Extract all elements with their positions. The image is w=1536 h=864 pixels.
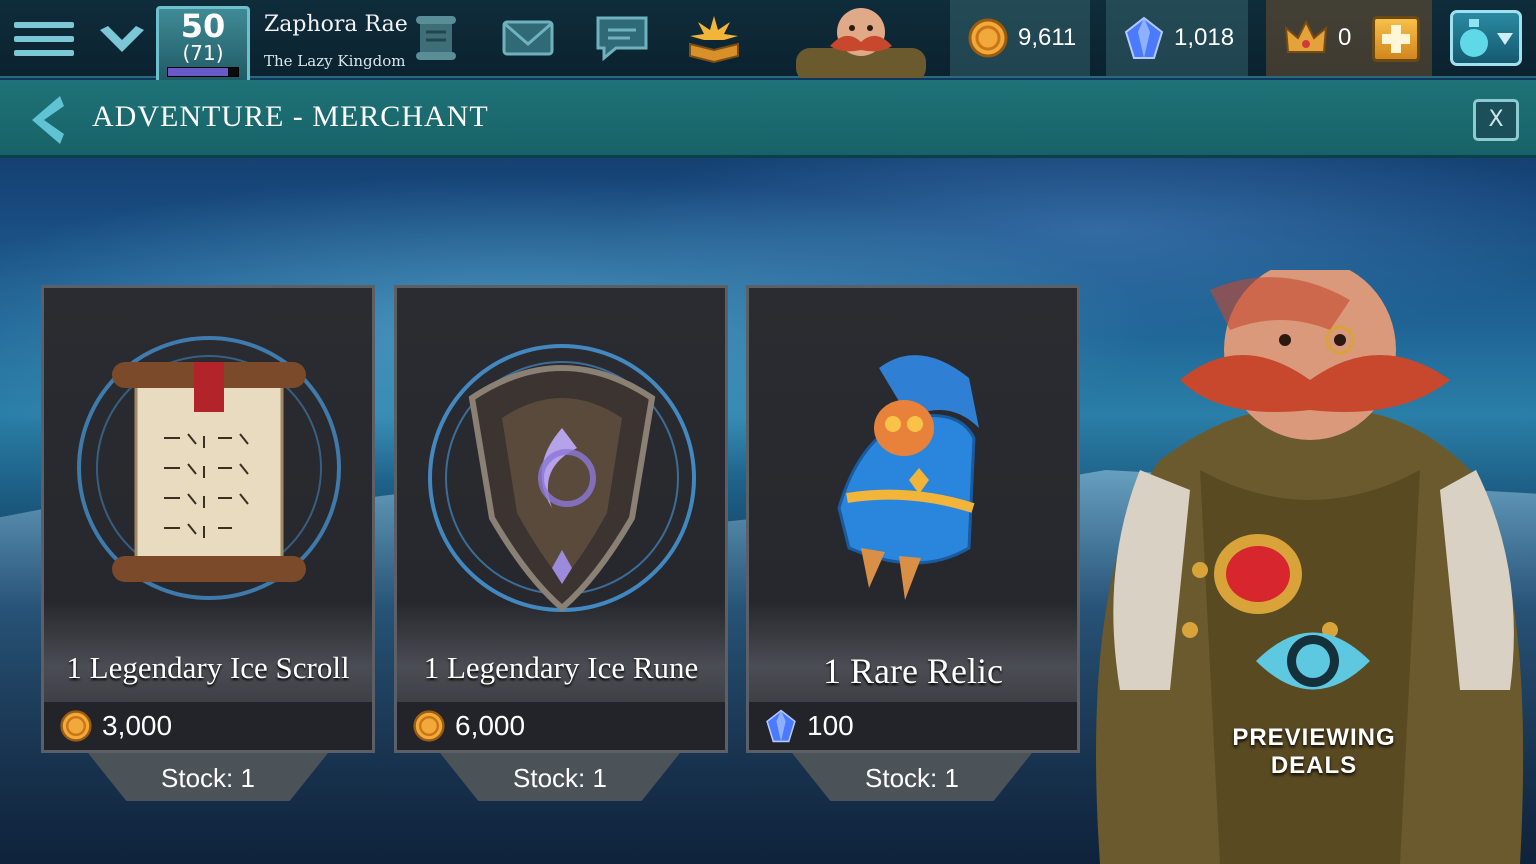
offer-price: 3,000 bbox=[102, 710, 173, 741]
gold-coin-icon bbox=[413, 710, 445, 742]
offer-name: 1 Legendary Ice Rune bbox=[423, 650, 699, 685]
ice-scroll-art bbox=[77, 336, 341, 600]
title-bar: ADVENTURE - MERCHANT X bbox=[0, 80, 1536, 158]
chevron-down-icon[interactable] bbox=[96, 22, 148, 58]
chat-icon[interactable] bbox=[594, 12, 650, 64]
offer-price-row: 100 bbox=[749, 702, 1077, 750]
plus-icon bbox=[1382, 25, 1410, 53]
gold-coin-icon bbox=[60, 710, 92, 742]
top-bar: 50 (71) Zaphora Rae The Lazy Kingdom 9,6… bbox=[0, 0, 1536, 86]
gem-icon bbox=[766, 709, 796, 743]
xp-bar-fill bbox=[168, 68, 228, 76]
back-arrow-icon[interactable] bbox=[24, 94, 70, 146]
rare-relic-art bbox=[837, 355, 979, 600]
player-level-sub: (71) bbox=[182, 41, 224, 65]
offer-price: 6,000 bbox=[455, 710, 526, 741]
buy-crowns-button[interactable] bbox=[1372, 16, 1420, 62]
gem-icon bbox=[1124, 16, 1164, 59]
page-title: ADVENTURE - MERCHANT bbox=[92, 100, 489, 133]
guild-book-icon[interactable] bbox=[686, 12, 742, 64]
gold-amount: 9,611 bbox=[1018, 24, 1077, 51]
gem-resource[interactable]: 1,018 bbox=[1106, 0, 1248, 76]
mail-icon[interactable] bbox=[500, 12, 556, 64]
offer-price-row: 6,000 bbox=[397, 702, 725, 750]
merchant-portrait[interactable] bbox=[790, 2, 932, 78]
gem-amount: 1,018 bbox=[1174, 24, 1235, 51]
player-level: 50 bbox=[180, 7, 226, 45]
close-button[interactable]: X bbox=[1473, 99, 1519, 141]
xp-bar bbox=[167, 67, 239, 77]
player-kingdom[interactable]: The Lazy Kingdom bbox=[264, 52, 405, 70]
offer-card-ice-rune[interactable]: 1 Legendary Ice Rune 6,000 bbox=[394, 285, 728, 753]
crown-amount: 0 bbox=[1338, 24, 1352, 51]
offer-stock: Stock: 1 bbox=[792, 753, 1032, 801]
offer-price-row: 3,000 bbox=[44, 702, 372, 750]
menu-icon[interactable] bbox=[14, 22, 74, 58]
ice-rune-art bbox=[428, 344, 696, 612]
offer-card-ice-scroll[interactable]: 1 Legendary Ice Scroll 3,000 bbox=[41, 285, 375, 753]
scroll-quest-icon[interactable] bbox=[408, 12, 464, 64]
gold-resource[interactable]: 9,611 bbox=[950, 0, 1090, 76]
previewing-deals-label: PREVIEWING DEALS bbox=[1232, 724, 1396, 779]
player-name[interactable]: Zaphora Rae bbox=[264, 12, 408, 37]
offer-price: 100 bbox=[807, 710, 854, 741]
eye-icon[interactable] bbox=[1252, 618, 1374, 704]
player-level-badge[interactable]: 50 (71) bbox=[156, 6, 250, 86]
offer-name: 1 Legendary Ice Scroll bbox=[66, 650, 350, 685]
offer-stock: Stock: 1 bbox=[88, 753, 328, 801]
offer-stock: Stock: 1 bbox=[440, 753, 680, 801]
potion-icon bbox=[1460, 19, 1513, 57]
crown-icon bbox=[1284, 19, 1328, 53]
potion-dropdown-button[interactable] bbox=[1450, 10, 1522, 66]
offer-name: 1 Rare Relic bbox=[823, 651, 1003, 691]
gold-coin-icon bbox=[968, 18, 1008, 58]
offer-card-rare-relic[interactable]: 1 Rare Relic 100 bbox=[746, 285, 1080, 753]
